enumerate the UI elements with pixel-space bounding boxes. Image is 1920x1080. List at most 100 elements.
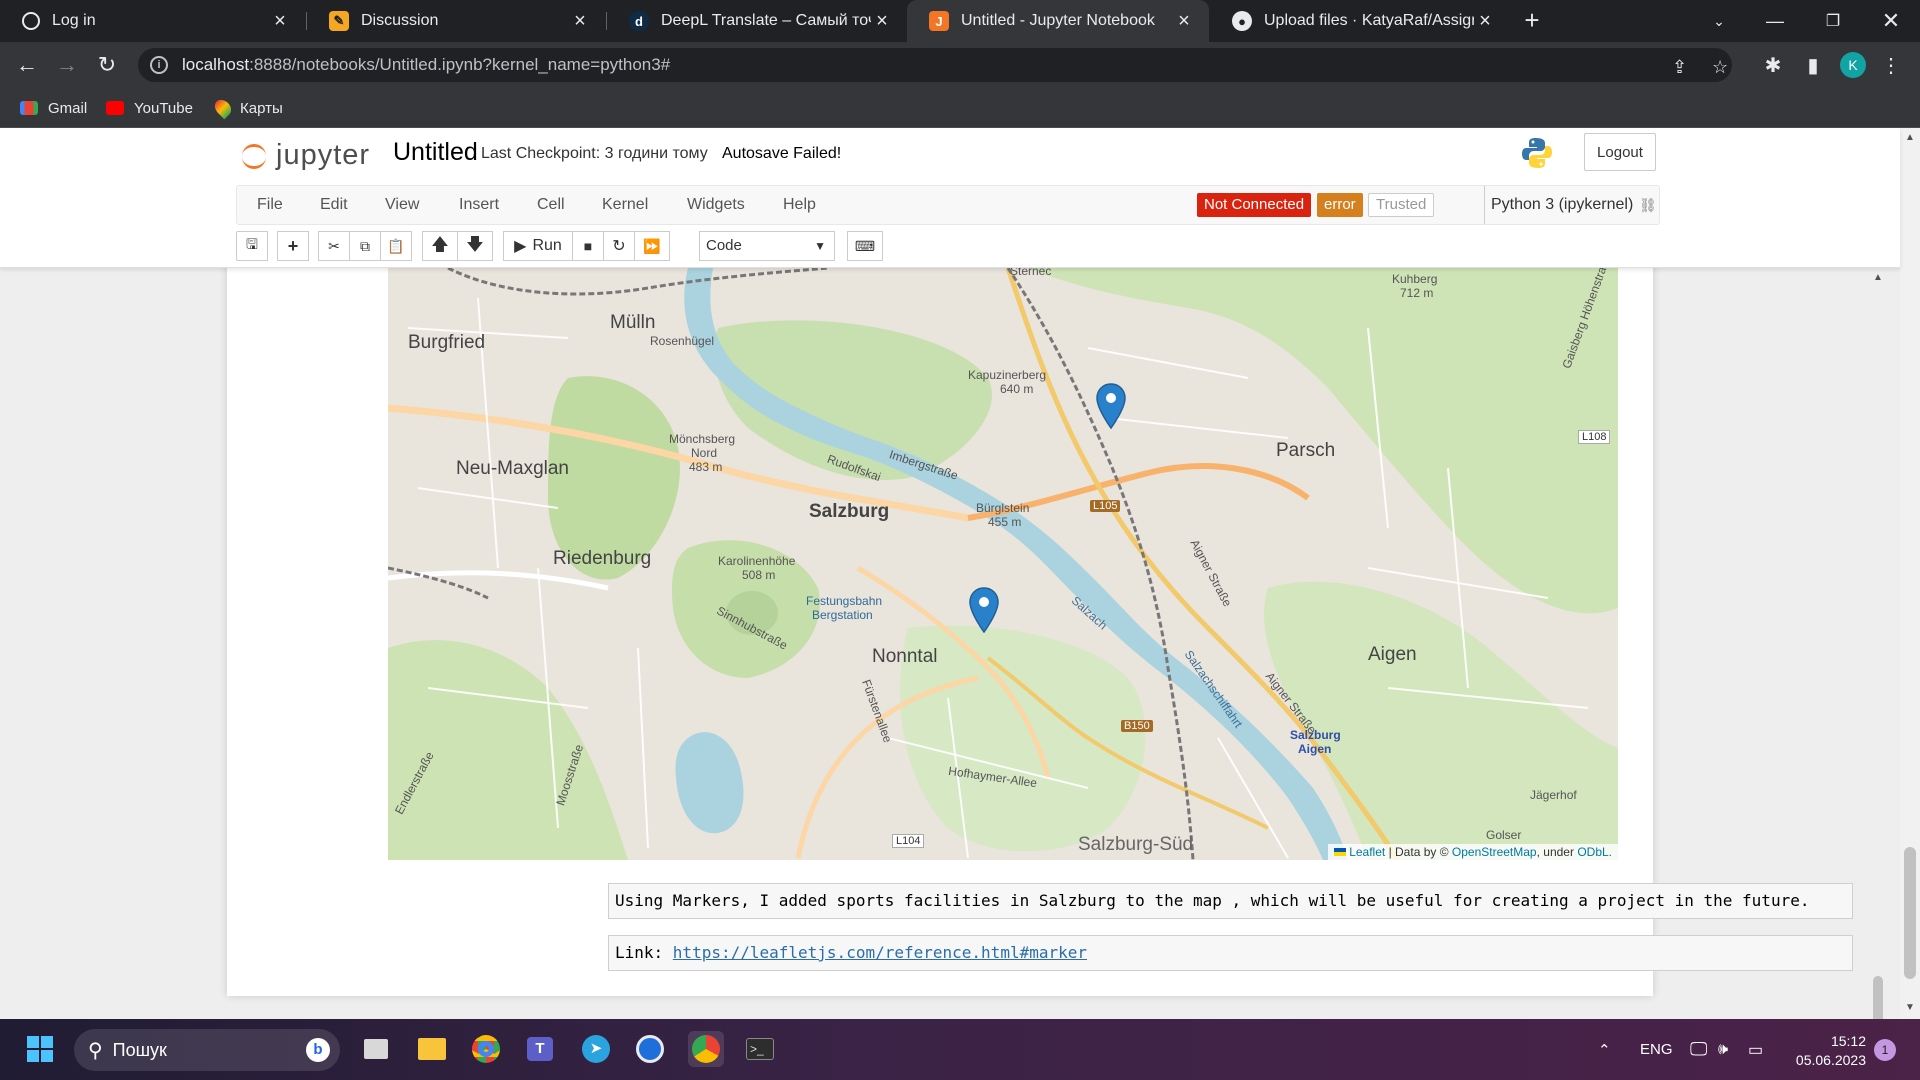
menu-file[interactable]: File xyxy=(257,186,283,224)
logout-button[interactable]: Logout xyxy=(1584,133,1656,171)
menu-kernel[interactable]: Kernel xyxy=(602,186,648,224)
close-icon[interactable]: × xyxy=(1474,10,1496,33)
jupyter-logo[interactable]: jupyter xyxy=(240,134,370,176)
taskbar-chrome-profile[interactable] xyxy=(688,1031,724,1067)
scroll-up-icon[interactable]: ▲ xyxy=(1870,272,1886,283)
close-icon[interactable]: × xyxy=(269,10,291,33)
new-tab-button[interactable]: + xyxy=(1518,7,1546,35)
close-icon[interactable]: × xyxy=(871,10,893,33)
close-icon[interactable]: × xyxy=(1173,10,1195,33)
tab-discussion[interactable]: ✎ Discussion × xyxy=(307,0,605,42)
bookmark-gmail[interactable]: Gmail xyxy=(20,88,87,128)
restart-kernel-button[interactable]: ↻ xyxy=(603,231,635,261)
clock-date: 05.06.2023 xyxy=(1795,1052,1866,1068)
side-panel-icon[interactable]: ▮ xyxy=(1798,50,1828,80)
back-button[interactable]: ← xyxy=(12,50,42,80)
map-marker-icon[interactable] xyxy=(1096,383,1126,429)
close-window-button[interactable]: ✕ xyxy=(1862,0,1920,42)
bookmark-star-icon[interactable]: ☆ xyxy=(1712,57,1728,78)
bookmark-maps[interactable]: Карты xyxy=(211,88,283,128)
extensions-icon[interactable]: ✱ xyxy=(1758,50,1788,80)
interrupt-kernel-button[interactable]: ■ xyxy=(572,231,604,261)
menu-help[interactable]: Help xyxy=(783,186,816,224)
site-info-icon[interactable]: i xyxy=(150,56,168,74)
copy-cells-button[interactable]: ⧉ xyxy=(349,231,381,261)
tab-jupyter[interactable]: J Untitled - Jupyter Notebook × xyxy=(907,0,1209,42)
taskbar-search[interactable]: ⚲ Пошук b xyxy=(74,1029,340,1071)
scroll-up-icon[interactable]: ▲ xyxy=(1900,132,1920,143)
map-label-kapuzinerberg-altitude: 640 m xyxy=(1000,382,1034,396)
profile-avatar[interactable]: K xyxy=(1840,52,1866,78)
language-indicator[interactable]: ENG xyxy=(1640,1019,1673,1080)
save-button[interactable]: 🖫 xyxy=(236,231,268,261)
share-icon[interactable]: ⇪ xyxy=(1672,57,1687,78)
tab-log-in[interactable]: Log in × xyxy=(0,0,305,42)
tab-github[interactable]: ● Upload files · KatyaRaf/Assignme × xyxy=(1210,0,1510,42)
leaflet-reference-link[interactable]: https://leafletjs.com/reference.html#mar… xyxy=(673,943,1087,962)
scroll-down-icon[interactable]: ▼ xyxy=(1900,1002,1920,1013)
scrollbar-thumb[interactable] xyxy=(1904,847,1916,979)
markdown-cell[interactable]: Using Markers, I added sports facilities… xyxy=(608,883,1853,919)
taskbar-file-explorer[interactable] xyxy=(414,1031,450,1067)
scrollbar-thumb[interactable] xyxy=(1873,976,1883,1019)
not-connected-badge[interactable]: Not Connected xyxy=(1197,193,1312,217)
osm-link[interactable]: OpenStreetMap xyxy=(1452,845,1537,859)
leaflet-link[interactable]: Leaflet xyxy=(1349,845,1385,859)
road-label-l104: L104 xyxy=(892,834,925,848)
insert-cell-button[interactable]: + xyxy=(277,231,309,261)
address-bar[interactable]: i localhost :8888/notebooks/Untitled.ipy… xyxy=(138,48,1732,82)
map-marker-icon[interactable] xyxy=(969,587,999,633)
reload-button[interactable]: ↻ xyxy=(92,50,122,80)
menu-insert[interactable]: Insert xyxy=(459,186,499,224)
page-scrollbar[interactable]: ▲ ▼ xyxy=(1900,128,1920,1019)
chrome-menu-icon[interactable]: ⋮ xyxy=(1876,50,1906,80)
tab-title: Upload files · KatyaRaf/Assignme xyxy=(1264,12,1474,29)
menu-cell[interactable]: Cell xyxy=(537,186,565,224)
taskbar-teams[interactable]: T xyxy=(522,1031,558,1067)
command-palette-button[interactable]: ⌨ xyxy=(847,231,883,261)
error-badge[interactable]: error xyxy=(1317,193,1363,217)
restore-button[interactable]: ❐ xyxy=(1804,0,1862,42)
taskbar-telegram[interactable]: ➤ xyxy=(578,1031,614,1067)
network-icon[interactable]: 🖵 xyxy=(1690,1019,1707,1080)
tab-deepl[interactable]: d DeepL Translate – Самый точный × xyxy=(607,0,907,42)
taskbar-terminal[interactable]: >_ xyxy=(742,1031,778,1067)
move-up-button[interactable]: 🡅 xyxy=(422,231,458,261)
notebook-scrollbar[interactable]: ▲ xyxy=(1870,268,1886,1019)
last-checkpoint: Last Checkpoint: 3 години тому xyxy=(481,145,708,162)
start-button[interactable] xyxy=(22,1031,58,1067)
notification-badge[interactable]: 1 xyxy=(1874,1039,1896,1061)
taskbar-task-view[interactable] xyxy=(358,1031,394,1067)
taskbar-vpn[interactable] xyxy=(632,1031,668,1067)
leaflet-map[interactable]: Mülln Burgfried Rosenhügel Kapuzinerberg… xyxy=(388,268,1618,860)
terminal-icon: >_ xyxy=(746,1038,774,1060)
odbl-link[interactable]: ODbL. xyxy=(1577,845,1612,859)
volume-icon[interactable]: 🕪 xyxy=(1718,1019,1728,1080)
chevron-up-icon: ⌃ xyxy=(1598,1041,1611,1059)
taskbar-clock[interactable]: 15:12 05.06.2023 xyxy=(1790,1032,1866,1070)
github-icon: ● xyxy=(1232,11,1252,31)
map-label-bergstation: Bergstation xyxy=(812,608,873,622)
notebook-name[interactable]: Untitled xyxy=(393,138,478,167)
markdown-cell[interactable]: Link: https://leafletjs.com/reference.ht… xyxy=(608,935,1853,971)
cut-cells-button[interactable]: ✂ xyxy=(318,231,350,261)
show-hidden-icons-button[interactable]: ⌃ xyxy=(1598,1019,1611,1080)
close-icon[interactable]: × xyxy=(569,10,591,33)
menu-edit[interactable]: Edit xyxy=(320,186,348,224)
forward-button[interactable]: → xyxy=(52,50,82,80)
tab-search-button[interactable]: ⌄ xyxy=(1690,0,1748,42)
run-button[interactable]: ▶ Run xyxy=(503,231,573,261)
menu-widgets[interactable]: Widgets xyxy=(687,186,745,224)
trusted-badge[interactable]: Trusted xyxy=(1368,193,1435,217)
bookmark-youtube[interactable]: YouTube xyxy=(106,88,193,128)
move-down-button[interactable]: 🡇 xyxy=(457,231,493,261)
map-label-jagerhof: Jägerhof xyxy=(1530,788,1577,802)
paste-cells-button[interactable]: 📋 xyxy=(380,231,412,261)
cell-type-select[interactable]: Code ▼ xyxy=(699,231,835,261)
taskbar-chrome[interactable] xyxy=(468,1031,504,1067)
minimize-button[interactable]: — xyxy=(1746,0,1804,42)
menu-view[interactable]: View xyxy=(385,186,419,224)
restart-run-all-button[interactable]: ⏩ xyxy=(634,231,670,261)
battery-icon[interactable]: ▭ xyxy=(1748,1019,1763,1080)
play-icon: ▶ xyxy=(514,238,527,255)
